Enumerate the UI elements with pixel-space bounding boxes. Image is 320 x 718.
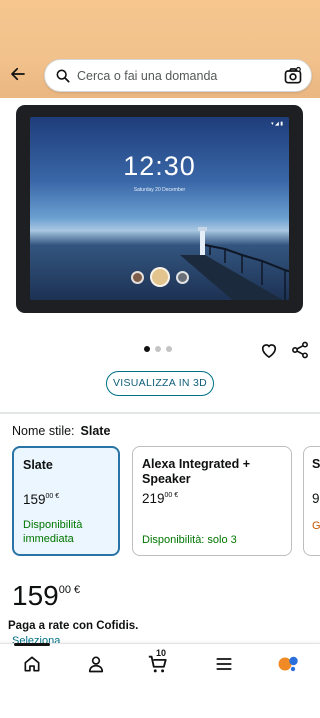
carousel-dots (144, 346, 172, 352)
price-fraction: 00 € (58, 584, 81, 596)
cart-count-badge: 10 (156, 648, 167, 658)
style-selected-value: Slate (80, 424, 111, 438)
variant-price: 9 (312, 491, 320, 506)
variant-name: Alexa Integrated + Speaker (142, 457, 251, 486)
variant-availability: Disponibilità: solo 3 (142, 534, 237, 546)
back-arrow-icon (11, 67, 25, 81)
nav-home[interactable] (20, 652, 44, 676)
section-divider (0, 412, 320, 414)
bottom-nav: 10 (0, 643, 320, 683)
back-button[interactable] (6, 62, 30, 86)
pier-illustration (180, 227, 289, 300)
variant-name: Slate (23, 458, 53, 472)
carousel-dot (155, 346, 161, 352)
nav-account[interactable] (84, 652, 108, 676)
variant-price: 21900 € (142, 491, 178, 506)
variant-card-partial[interactable]: Slate 9 G (303, 446, 320, 556)
header (0, 0, 320, 98)
carousel-dot (166, 346, 172, 352)
tablet-screen: ▾ ◢ ▮ 12:30 Saturday 20 December (30, 117, 289, 300)
variant-price-whole: 159 (23, 492, 46, 507)
avatar (149, 267, 170, 287)
installment-text: Paga a rate con Cofidis. (8, 620, 139, 632)
alexa-assistant-icon (278, 656, 298, 672)
screen-clock: 12:30 (123, 151, 196, 181)
price-whole: 159 (12, 580, 59, 611)
search-bar[interactable] (44, 59, 312, 92)
variant-price-whole: 9 (312, 491, 320, 506)
search-input[interactable] (77, 66, 273, 86)
nav-alexa[interactable] (276, 652, 300, 676)
carousel-dot (144, 346, 150, 352)
active-tab-indicator (14, 643, 50, 646)
variant-price-fraction: 00 € (45, 493, 60, 500)
variant-availability: Disponibilità immediata (23, 519, 83, 545)
menu-icon (216, 658, 232, 670)
screen-date: Saturday 20 December (133, 187, 186, 193)
home-icon (24, 656, 40, 672)
variant-name: Slate (312, 457, 320, 471)
product-price: 15900 € (12, 580, 80, 612)
style-label-text: Nome stile: (12, 424, 75, 438)
search-icon (56, 69, 70, 83)
avatar (130, 270, 144, 284)
status-icons: ▾ ◢ ▮ (271, 121, 283, 127)
variant-card-slate[interactable]: Slate 15900 € Disponibilità immediata (12, 446, 120, 556)
system-nav-area (0, 683, 320, 718)
product-image: ▾ ◢ ▮ 12:30 Saturday 20 December (16, 105, 303, 313)
heart-icon[interactable] (259, 340, 279, 360)
nav-cart[interactable]: 10 (146, 648, 170, 676)
share-icon[interactable] (290, 340, 310, 360)
view-in-3d-button[interactable]: VISUALIZZA IN 3D (106, 371, 214, 396)
nav-menu[interactable] (212, 652, 236, 676)
camera-search-icon[interactable] (283, 66, 303, 86)
style-selector-label: Nome stile: Slate (12, 424, 110, 438)
product-image-carousel[interactable]: ▾ ◢ ▮ 12:30 Saturday 20 December (0, 98, 320, 328)
variant-price-whole: 219 (142, 491, 165, 506)
variant-availability: G (312, 520, 320, 532)
avatar-row (30, 267, 289, 287)
avatar (175, 270, 189, 284)
variant-price: 15900 € (23, 492, 59, 507)
variant-card-alexa-speaker[interactable]: Alexa Integrated + Speaker 21900 € Dispo… (132, 446, 292, 556)
account-icon (88, 656, 104, 673)
variant-price-fraction: 00 € (164, 492, 179, 499)
